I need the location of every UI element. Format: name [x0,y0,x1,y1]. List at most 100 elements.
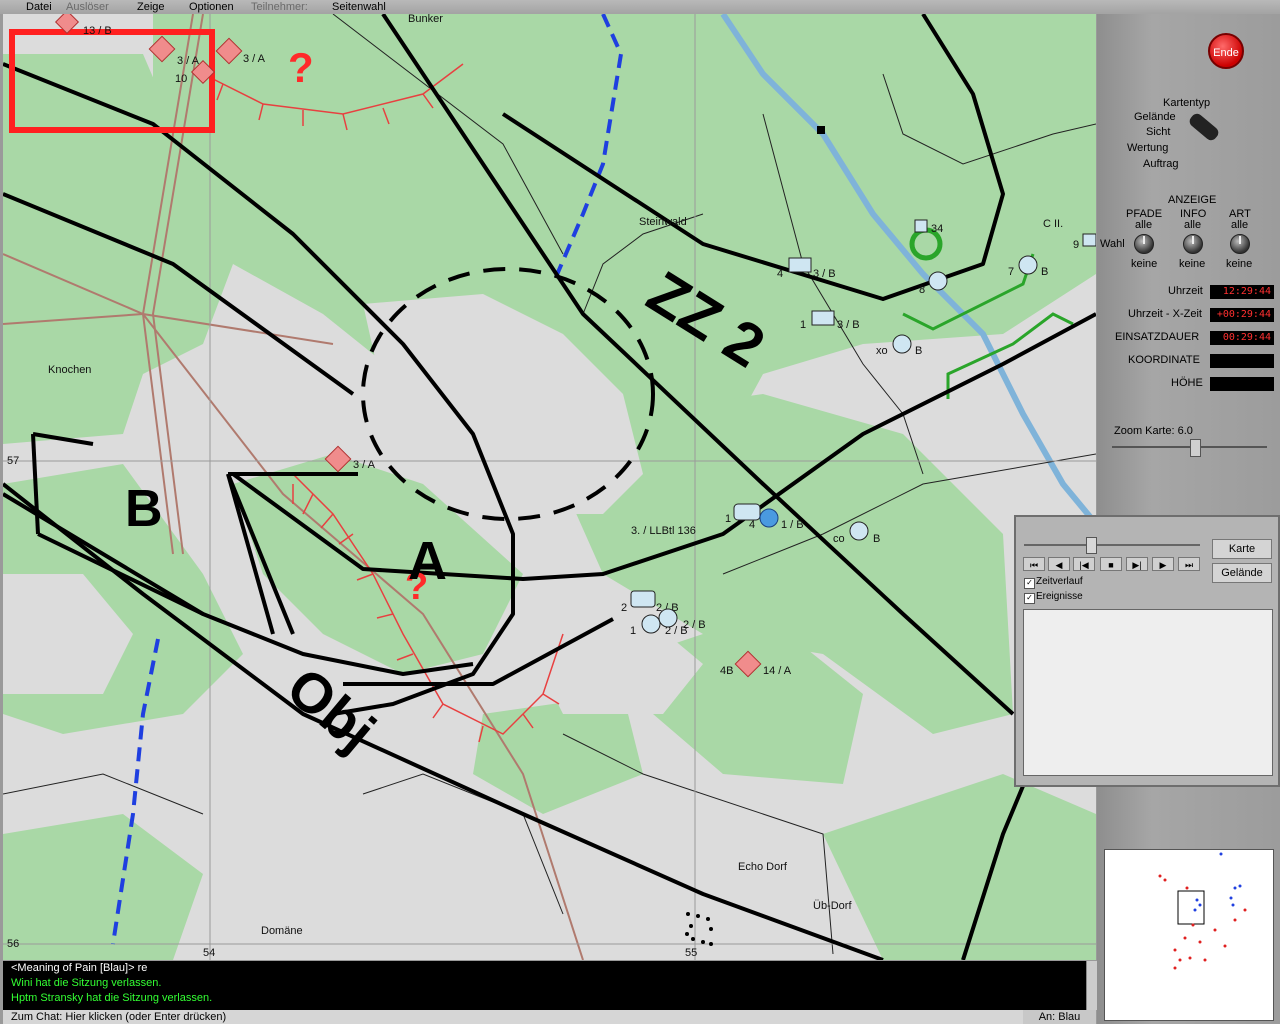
gelaende-button[interactable]: Gelände [1212,563,1272,583]
minimap-canvas[interactable] [1105,850,1273,1020]
map-canvas[interactable]: ? ? ZZ 2 Obj A B Knochen Steinwald Echo … [3,14,1096,960]
overlay-label-a: A [408,531,447,591]
ereignisse-checkbox[interactable]: ✓ [1024,593,1035,604]
coordinate-label: KOORDINATE [1128,354,1200,366]
point-marker [817,126,825,134]
svg-text:co: co [833,533,845,545]
svg-text:34: 34 [931,223,943,235]
map-type-option[interactable]: Gelände [1134,111,1176,123]
unknown-enemy-marker: ? [288,44,314,91]
clock-label: Uhrzeit [1168,285,1203,297]
column-top-label: alle [1184,219,1202,231]
info-knob[interactable] [1183,234,1203,254]
zeitverlauf-label: Zeitverlauf [1036,576,1083,587]
chat-line: <Meaning of Pain [Blau]> re [11,962,148,974]
overlay-label-b: B [125,480,163,538]
chat-input[interactable]: Zum Chat: Hier klicken (oder Enter drück… [3,1010,1023,1024]
clock-value: 12:29:44 [1210,285,1274,299]
minefield-marker [685,912,713,946]
height-label: HÖHE [1171,377,1203,389]
replay-timeline-track[interactable] [1024,544,1200,546]
place-label: Knochen [48,364,91,376]
place-label: Bunker [408,14,443,25]
zeitverlauf-checkbox[interactable]: ✓ [1024,578,1035,589]
replay-last-button[interactable]: ⏭ [1178,557,1200,571]
svg-text:3 / A: 3 / A [243,53,266,65]
duration-label: EINSATZDAUER [1115,331,1200,343]
menu-ausloeser[interactable]: Auslöser [66,0,109,14]
map-type-option[interactable]: Auftrag [1143,158,1178,170]
wahl-label: Wahl [1100,238,1125,250]
menu-optionen[interactable]: Optionen [189,0,234,14]
minimap-viewport[interactable] [1177,890,1205,925]
svg-text:2 / B: 2 / B [683,619,706,631]
svg-text:1: 1 [725,513,731,525]
svg-text:4: 4 [749,519,755,531]
duration-value: 00:29:44 [1210,331,1274,345]
replay-step-forward-button[interactable]: ▶| [1126,557,1148,571]
svg-text:4B: 4B [720,665,733,677]
tactical-map[interactable]: ? ? ZZ 2 Obj A B Knochen Steinwald Echo … [3,14,1096,960]
menu-teilnehmer[interactable]: Teilnehmer: [251,0,308,14]
svg-text:8: 8 [919,284,925,296]
unit-label: 3. / LLBtl 136 [631,525,696,537]
end-button[interactable]: Ende [1208,33,1244,69]
svg-text:B: B [1041,266,1048,278]
ereignisse-label: Ereignisse [1036,591,1083,602]
unit-label: C II. [1043,218,1063,230]
event-list[interactable] [1023,609,1273,776]
place-label: Echo Dorf [738,861,788,873]
menu-bar: Datei Auslöser Zeige Optionen Teilnehmer… [0,0,1280,14]
menu-datei[interactable]: Datei [26,0,52,14]
chat-scrollbar[interactable] [1086,961,1097,1010]
svg-text:3 / A: 3 / A [177,55,200,67]
column-top-label: alle [1135,219,1153,231]
pfade-knob[interactable] [1134,234,1154,254]
coordinate-value [1210,354,1274,368]
svg-text:13 / B: 13 / B [83,25,112,37]
chat-line: Hptm Stransky hat die Sitzung verlassen. [11,992,213,1004]
grid-label: 57 [7,455,19,467]
menu-zeige[interactable]: Zeige [137,0,165,14]
replay-play-button[interactable]: ▶ [1152,557,1174,571]
replay-panel: ⏮ ◀ |◀ ■ ▶| ▶ ⏭ Karte Gelände ✓ Zeitverl… [1014,515,1280,787]
art-knob[interactable] [1230,234,1250,254]
replay-timeline-handle[interactable] [1086,537,1097,554]
replay-stop-button[interactable]: ■ [1100,557,1122,571]
chat-log[interactable]: <Meaning of Pain [Blau]> re Wini hat die… [3,961,1086,1010]
anzeige-title: ANZEIGE [1168,194,1217,206]
zoom-slider-handle[interactable] [1190,439,1201,457]
height-value [1210,377,1274,391]
svg-text:1: 1 [630,625,636,637]
menu-seitenwahl[interactable]: Seitenwahl [332,0,386,14]
svg-text:1 / B: 1 / B [781,519,804,531]
overview-minimap[interactable] [1104,849,1274,1021]
karte-button[interactable]: Karte [1212,539,1272,559]
replay-first-button[interactable]: ⏮ [1023,557,1045,571]
svg-text:B: B [915,345,922,357]
place-label: Steinwald [639,216,687,228]
minimap-enemy-dots [1158,874,1247,970]
x-time-value: +00:29:44 [1210,308,1274,322]
svg-text:9: 9 [1073,239,1079,251]
grid-label: 56 [7,938,19,950]
column-bottom-label: keine [1226,258,1253,270]
chat-recipient-selector[interactable]: An: Blau [1023,1010,1096,1024]
column-top-label: alle [1231,219,1249,231]
svg-text:xo: xo [876,345,888,357]
svg-text:B: B [873,533,880,545]
svg-text:3 / A: 3 / A [353,459,376,471]
minimap-friendly-dots [1193,852,1242,912]
map-type-option[interactable]: Kartentyp [1163,97,1210,109]
zoom-label: Zoom Karte: 6.0 [1114,425,1193,437]
svg-text:2: 2 [621,602,627,614]
column-bottom-label: keine [1179,258,1206,270]
overlay-label-obj: Obj [275,655,387,763]
svg-text:14 / A: 14 / A [763,665,792,677]
place-label: Domäne [261,925,303,937]
grid-label: 54 [203,947,215,959]
replay-step-back-button[interactable]: |◀ [1073,557,1095,571]
map-type-option[interactable]: Sicht [1146,126,1170,138]
map-type-option[interactable]: Wertung [1127,142,1168,154]
replay-back-button[interactable]: ◀ [1048,557,1070,571]
